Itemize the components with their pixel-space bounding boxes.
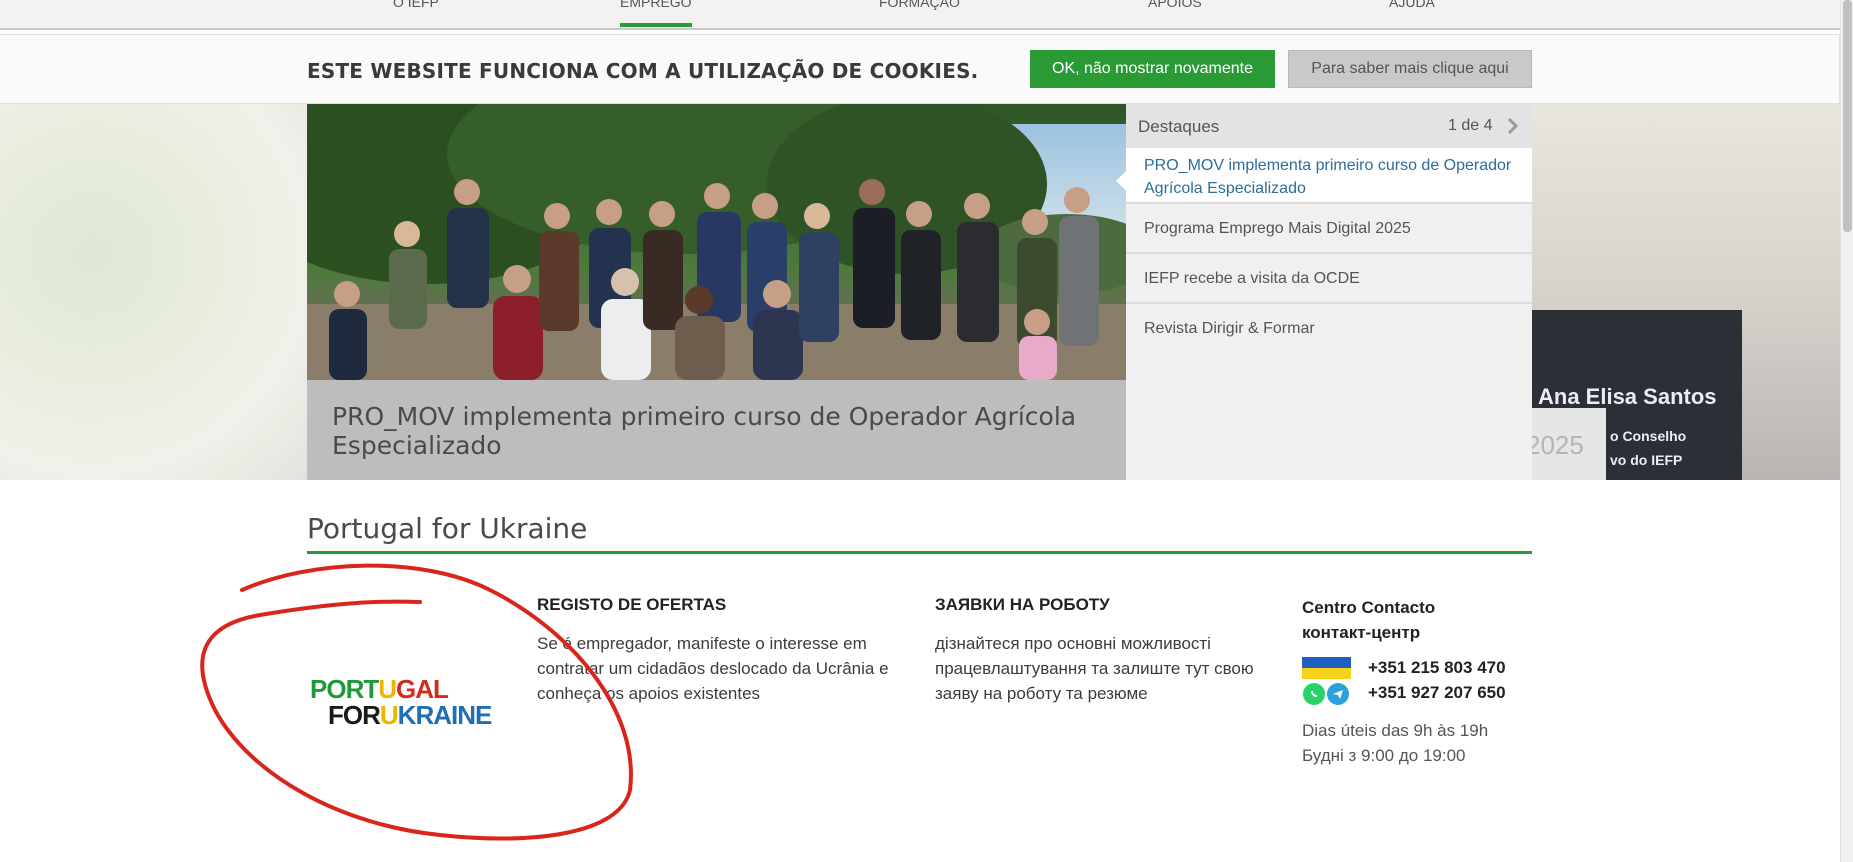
background-podium-line2: vo do IEFP — [1610, 452, 1683, 468]
hours-ua: Будні з 9:00 до 19:00 — [1302, 746, 1466, 765]
logo-line-1: PORTUGAL — [310, 676, 449, 702]
highlights-header: Destaques 1 de 4 — [1126, 104, 1532, 148]
logo-text: KRAINE — [397, 700, 493, 730]
hours-pt: Dias úteis das 9h às 19h — [1302, 721, 1489, 740]
cookie-more-info-button[interactable]: Para saber mais clique aqui — [1288, 50, 1532, 88]
cookie-message: ESTE WEBSITE FUNCIONA COM A UTILIZAÇÃO D… — [307, 59, 979, 83]
highlights-title: Destaques — [1138, 117, 1220, 136]
highlight-item[interactable]: Programa Emprego Mais Digital 2025 — [1126, 204, 1532, 254]
top-navigation: O IEFP EMPREGO FORMAÇÃO APOIOS AJUDA — [0, 0, 1840, 30]
cookie-accept-button[interactable]: OK, não mostrar novamente — [1030, 50, 1275, 88]
chevron-right-icon[interactable] — [1502, 113, 1524, 139]
slide-caption-title: PRO_MOV implementa primeiro curso de Ope… — [332, 402, 1077, 460]
nav-item-formacao[interactable]: FORMAÇÃO — [879, 0, 960, 24]
nav-item-ajuda[interactable]: AJUDA — [1389, 0, 1435, 24]
contact-center-title: Centro Contacto контакт-центр — [1302, 595, 1435, 645]
cookie-banner: ESTE WEBSITE FUNCIONA COM A UTILIZAÇÃO D… — [0, 34, 1840, 104]
job-applications-text: дізнайтеся про основні можливості працев… — [935, 634, 1254, 703]
vertical-scrollbar[interactable] — [1840, 0, 1853, 862]
section-title: Portugal for Ukraine — [307, 512, 588, 545]
logo-line-2: FORUKRAINE — [328, 700, 493, 730]
slide-caption[interactable]: PRO_MOV implementa primeiro curso de Ope… — [307, 380, 1126, 480]
slide-photo[interactable] — [307, 104, 1126, 380]
logo-text: U — [379, 700, 399, 730]
portugal-for-ukraine-logo[interactable]: PORTUGAL FORUKRAINE — [310, 676, 516, 732]
page: O IEFP EMPREGO FORMAÇÃO APOIOS AJUDA EST… — [0, 0, 1853, 862]
highlight-item-label: PRO_MOV implementa primeiro curso de Ope… — [1144, 157, 1512, 197]
highlight-item[interactable]: Revista Dirigir & Formar — [1126, 304, 1532, 354]
logo-text: FOR — [328, 700, 381, 730]
highlight-item-label: Programa Emprego Mais Digital 2025 — [1144, 220, 1411, 237]
background-podium-name: Ana Elisa Santos — [1538, 384, 1717, 409]
nav-item-apoios[interactable]: APOIOS — [1148, 0, 1202, 24]
highlight-item-active[interactable]: PRO_MOV implementa primeiro curso de Ope… — [1116, 148, 1532, 204]
section-divider — [307, 551, 1532, 554]
highlight-item[interactable]: IEFP recebe a visita da OCDE — [1126, 254, 1532, 304]
job-applications-title[interactable]: ЗАЯВКИ НА РОБОТУ — [935, 595, 1110, 615]
background-podium-line1: o Conselho — [1610, 428, 1687, 444]
whatsapp-icon[interactable] — [1303, 683, 1325, 705]
group-photo-illustration — [307, 104, 1126, 380]
job-offers-text: Se é empregador, manifeste o interesse e… — [537, 634, 889, 703]
ukraine-flag-icon — [1302, 657, 1351, 679]
highlight-item-label: IEFP recebe a visita da OCDE — [1144, 270, 1360, 287]
background-year: 2025 — [1526, 430, 1584, 460]
phone-number-1[interactable]: +351 215 803 470 — [1368, 658, 1506, 678]
nav-item-o-iefp[interactable]: O IEFP — [393, 0, 439, 24]
hero-background-left — [0, 104, 307, 480]
phone-number-2[interactable]: +351 927 207 650 — [1368, 683, 1506, 703]
telegram-icon[interactable] — [1327, 683, 1349, 705]
highlights-counter: 1 de 4 — [1448, 117, 1493, 134]
contact-title-ua: контакт-центр — [1302, 623, 1421, 642]
job-offers-title[interactable]: REGISTO DE OFERTAS — [537, 595, 726, 615]
scrollbar-thumb[interactable] — [1843, 0, 1852, 232]
nav-item-emprego[interactable]: EMPREGO — [620, 0, 692, 27]
highlights-panel: Destaques 1 de 4 PRO_MOV implementa prim… — [1116, 104, 1532, 480]
highlight-item-label: Revista Dirigir & Formar — [1144, 320, 1315, 337]
contact-title-pt: Centro Contacto — [1302, 598, 1436, 617]
